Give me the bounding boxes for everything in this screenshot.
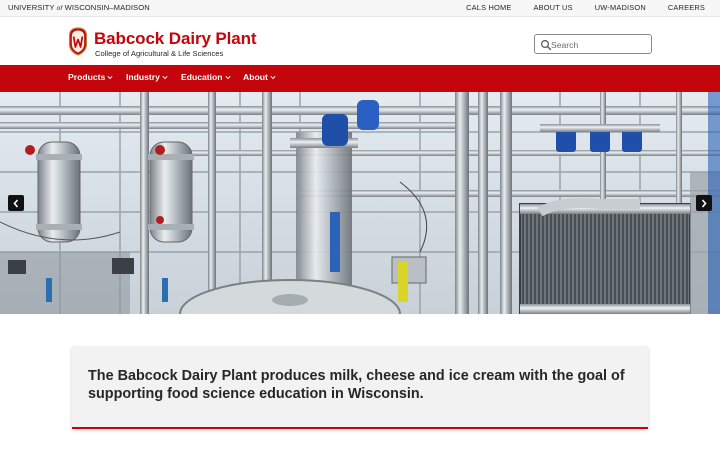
- site-header: Babcock Dairy Plant College of Agricultu…: [0, 18, 720, 65]
- nav-education[interactable]: Education: [181, 72, 231, 82]
- uw-of: of: [56, 5, 63, 12]
- slider-prev-button[interactable]: [8, 195, 24, 211]
- chevron-down-icon: [270, 75, 276, 79]
- nav-products[interactable]: Products: [68, 72, 113, 82]
- hero-image: [0, 92, 720, 314]
- uw-madison-link-top[interactable]: UW-MADISON: [595, 3, 646, 12]
- nav-about-label: About: [243, 72, 268, 82]
- careers-link[interactable]: CAREERS: [668, 3, 705, 12]
- nav-industry[interactable]: Industry: [126, 72, 168, 82]
- chevron-down-icon: [107, 75, 113, 79]
- search-box: [534, 34, 652, 54]
- slider-next-button[interactable]: [696, 195, 712, 211]
- chevron-right-icon: [701, 198, 707, 208]
- uw-prefix: UNIVERSITY: [8, 3, 55, 12]
- main-nav: Products Industry Education About: [0, 65, 720, 92]
- nav-products-label: Products: [68, 72, 106, 82]
- uw-crest-icon[interactable]: [68, 27, 88, 56]
- chevron-down-icon: [162, 75, 168, 79]
- uw-madison-link[interactable]: UNIVERSITY of WISCONSIN–MADISON: [8, 3, 150, 12]
- uw-suffix: WISCONSIN–MADISON: [64, 3, 150, 12]
- utility-links: CALS HOME ABOUT US UW-MADISON CAREERS: [444, 3, 705, 12]
- intro-text: The Babcock Dairy Plant produces milk, c…: [88, 368, 625, 402]
- site-subtitle: College of Agricultural & Life Sciences: [95, 49, 224, 58]
- chevron-down-icon: [225, 75, 231, 79]
- nav-industry-label: Industry: [126, 72, 160, 82]
- utility-bar: UNIVERSITY of WISCONSIN–MADISON CALS HOM…: [0, 0, 720, 17]
- intro-callout: The Babcock Dairy Plant produces milk, c…: [72, 347, 648, 429]
- search-input[interactable]: [551, 37, 647, 52]
- cals-home-link[interactable]: CALS HOME: [466, 3, 511, 12]
- nav-about[interactable]: About: [243, 72, 276, 82]
- chevron-left-icon: [13, 198, 19, 208]
- about-us-link[interactable]: ABOUT US: [533, 3, 572, 12]
- hero-slider: [0, 92, 720, 314]
- nav-education-label: Education: [181, 72, 223, 82]
- site-title[interactable]: Babcock Dairy Plant: [94, 29, 257, 49]
